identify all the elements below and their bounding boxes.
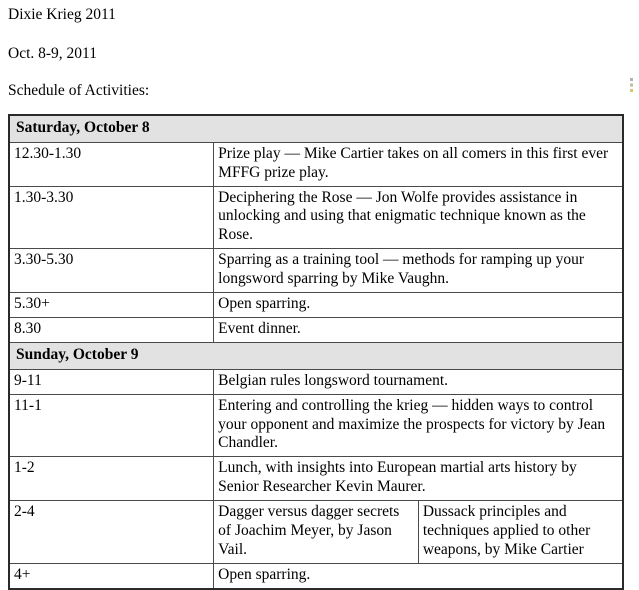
time-cell: 12.30-1.30 [8, 141, 215, 187]
description-cell: Lunch, with insights into European marti… [213, 456, 624, 502]
description-cell: Entering and controlling the krieg — hid… [213, 393, 624, 458]
time-cell: 2-4 [8, 500, 215, 564]
page-title: Dixie Krieg 2011 [8, 6, 116, 23]
document-heading-block: Dixie Krieg 2011 Oct. 8-9, 2011 Schedule… [0, 0, 639, 101]
time-cell: 8.30 [8, 316, 215, 343]
day-header-row: Saturday, October 8 [8, 114, 624, 143]
table-row: 3.30-5.30 Sparring as a training tool — … [8, 248, 624, 294]
day-header-row: Sunday, October 9 [8, 341, 624, 370]
schedule-table: Saturday, October 8 12.30-1.30 Prize pla… [8, 113, 624, 590]
document-page: Dixie Krieg 2011 Oct. 8-9, 2011 Schedule… [0, 0, 639, 590]
table-row: 8.30 Event dinner. [8, 316, 624, 343]
description-cell: Prize play — Mike Cartier takes on all c… [213, 141, 624, 187]
time-cell: 9-11 [8, 368, 215, 395]
table-row: 4+ Open sparring. [8, 562, 624, 590]
table-row: 9-11 Belgian rules longsword tournament. [8, 368, 624, 395]
description-cell-left: Dagger versus dagger secrets of Joachim … [213, 500, 419, 564]
table-row: 1-2 Lunch, with insights into European m… [8, 456, 624, 502]
time-cell: 5.30+ [8, 292, 215, 318]
description-cell: Belgian rules longsword tournament. [213, 368, 624, 395]
table-row: 1.30-3.30 Deciphering the Rose — Jon Wol… [8, 185, 624, 250]
time-cell: 1-2 [8, 456, 215, 502]
time-cell: 4+ [8, 562, 215, 590]
schedule-table-body: Saturday, October 8 12.30-1.30 Prize pla… [8, 114, 624, 590]
description-cell: Open sparring. [213, 562, 624, 590]
description-cell: Sparring as a training tool — methods fo… [213, 248, 624, 294]
schedule-table-container: Saturday, October 8 12.30-1.30 Prize pla… [0, 113, 639, 590]
event-dates: Oct. 8-9, 2011 [8, 44, 97, 62]
table-row: 5.30+ Open sparring. [8, 292, 624, 318]
description-cell-right: Dussack principles and techniques applie… [417, 500, 624, 564]
table-row-split: 2-4 Dagger versus dagger secrets of Joac… [8, 500, 624, 564]
table-row: 11-1 Entering and controlling the krieg … [8, 393, 624, 458]
time-cell: 11-1 [8, 393, 215, 458]
description-cell: Open sparring. [213, 292, 624, 318]
schedule-subtitle: Schedule of Activities: [8, 82, 150, 100]
day-header-label-sunday: Sunday, October 9 [8, 341, 624, 370]
description-cell: Event dinner. [213, 316, 624, 343]
page-edge-artifact [630, 78, 633, 92]
description-cell: Deciphering the Rose — Jon Wolfe provide… [213, 185, 624, 250]
time-cell: 1.30-3.30 [8, 185, 215, 250]
time-cell: 3.30-5.30 [8, 248, 215, 294]
day-header-label-saturday: Saturday, October 8 [8, 114, 624, 143]
table-row: 12.30-1.30 Prize play — Mike Cartier tak… [8, 141, 624, 187]
